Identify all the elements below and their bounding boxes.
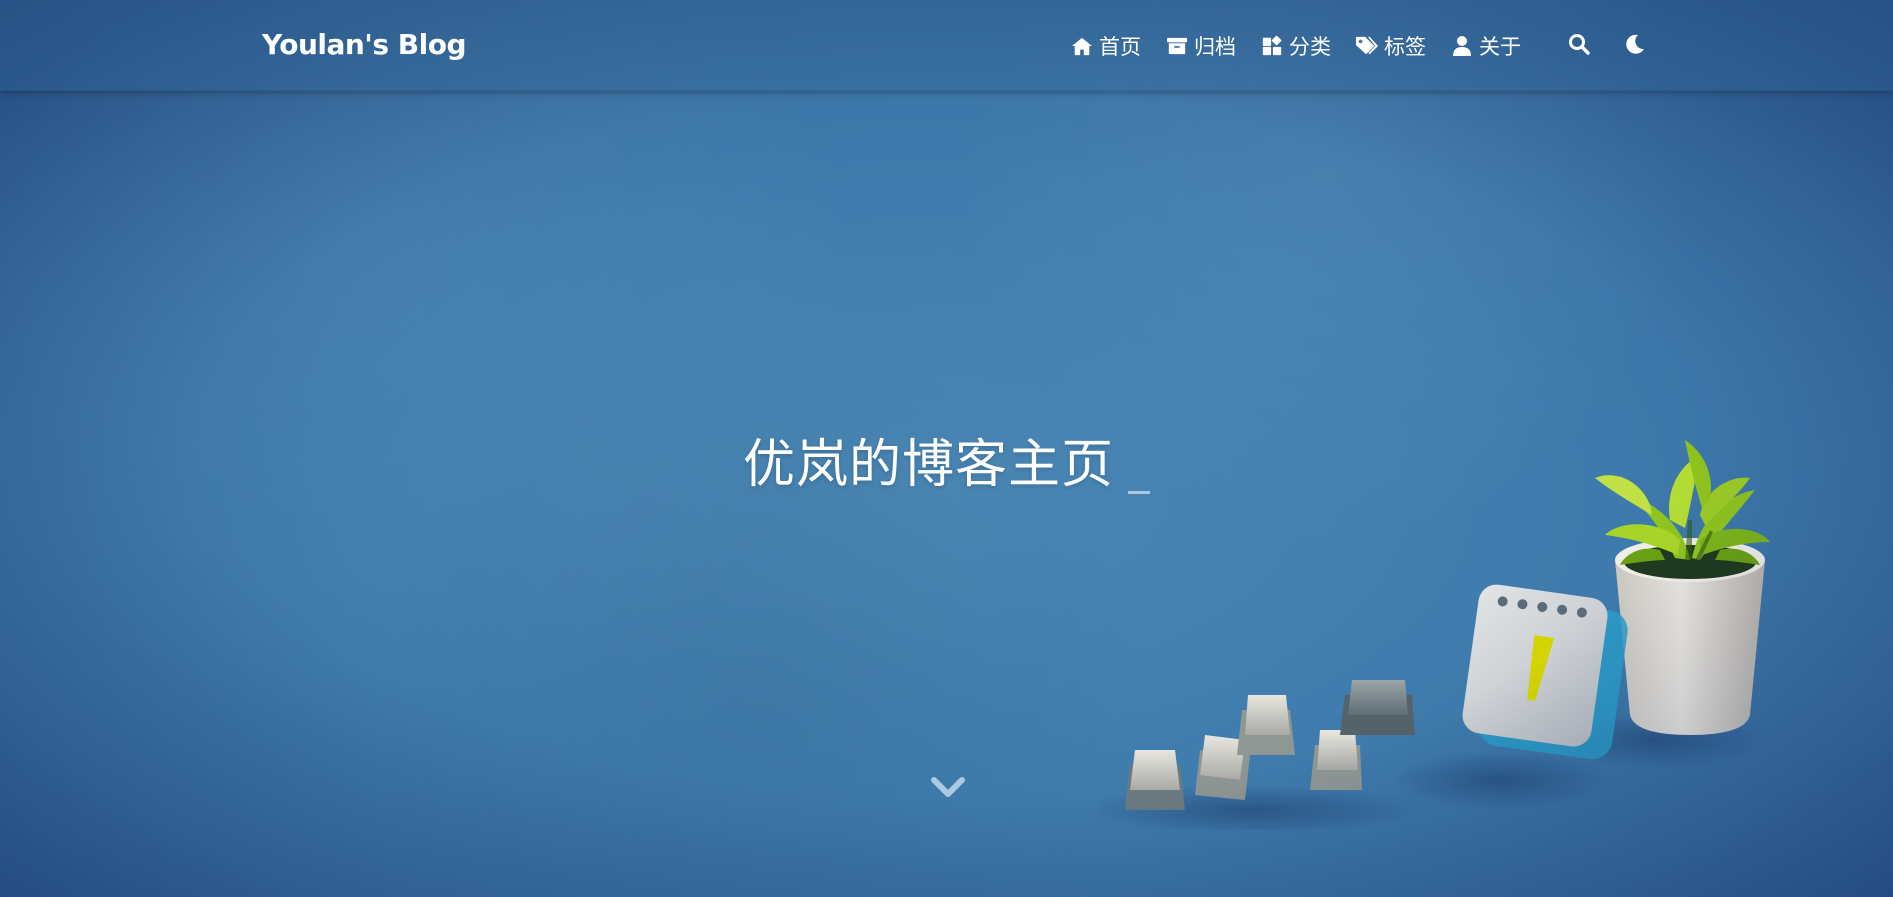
- keycap-4: [1310, 730, 1362, 790]
- keycap-1: [1125, 750, 1185, 810]
- home-icon: [1070, 34, 1094, 58]
- page: Youlan's Blog 首页 归档 分类 标签 关于 优岚的博客主页: [0, 0, 1893, 897]
- theme-toggle-button[interactable]: [1619, 30, 1651, 62]
- calendar-shadow: [1390, 750, 1610, 810]
- category-icon: [1260, 34, 1284, 58]
- nav-item-category[interactable]: 分类: [1260, 30, 1331, 62]
- search-icon: [1568, 33, 1590, 59]
- hero-title: 优岚的博客主页: [0, 422, 1893, 497]
- keycap-5: [1340, 680, 1415, 735]
- scroll-down-button[interactable]: [930, 772, 966, 802]
- keycap-3: [1237, 695, 1295, 755]
- nav-item-category-label: 分类: [1289, 35, 1331, 59]
- nav-item-tags[interactable]: 标签: [1355, 30, 1426, 62]
- archive-icon: [1165, 34, 1189, 58]
- nav-item-tags-label: 标签: [1384, 35, 1426, 59]
- nav-item-home-label: 首页: [1099, 35, 1141, 59]
- hero-title-text: 优岚的博客主页: [742, 435, 1114, 495]
- navbar: Youlan's Blog 首页 归档 分类 标签 关于: [0, 0, 1893, 91]
- calendar-block: [1462, 584, 1628, 760]
- user-icon: [1450, 34, 1474, 58]
- chevron-down-icon: [930, 777, 966, 806]
- nav-item-archive-label: 归档: [1194, 35, 1236, 59]
- nav-item-about[interactable]: 关于: [1450, 30, 1521, 62]
- search-button[interactable]: [1563, 30, 1595, 62]
- nav-item-about-label: 关于: [1479, 35, 1521, 59]
- typing-cursor: [1128, 491, 1150, 494]
- moon-icon: [1624, 33, 1646, 59]
- nav-item-archive[interactable]: 归档: [1165, 30, 1236, 62]
- tag-icon: [1355, 34, 1379, 58]
- site-brand[interactable]: Youlan's Blog: [262, 28, 467, 61]
- nav-menu: 首页 归档 分类 标签 关于: [1070, 30, 1651, 62]
- nav-item-home[interactable]: 首页: [1070, 30, 1141, 62]
